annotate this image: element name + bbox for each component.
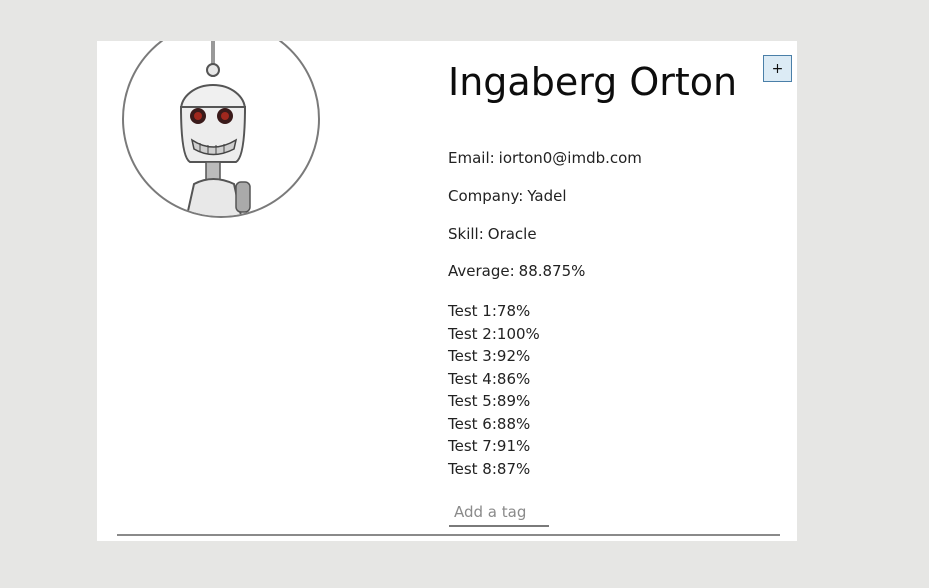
robot-avatar-icon [122, 41, 320, 218]
add-tag-input[interactable] [449, 499, 549, 527]
grade-row: Test 6:88% [448, 413, 540, 436]
student-card: + Ingaberg Orton Email: iorton0@imdb.com … [97, 41, 797, 541]
grade-label: Test 5: [448, 392, 497, 410]
email-value: iorton0@imdb.com [498, 149, 642, 167]
skill-label: Skill: [448, 225, 484, 243]
company-value: Yadel [527, 187, 567, 205]
grade-value: 100% [496, 324, 540, 343]
grade-label: Test 6: [448, 414, 497, 433]
grade-label: Test 2: [448, 324, 497, 343]
grade-row: Test 4:86% [448, 368, 540, 391]
grade-value: 88% [496, 414, 531, 433]
grade-row: Test 5:89% [448, 390, 540, 413]
avatar-image [179, 41, 251, 216]
grade-value: 87% [496, 459, 531, 478]
grade-label: Test 7: [448, 437, 497, 455]
company-label: Company: [448, 187, 524, 205]
expand-grades-button[interactable]: + [763, 55, 792, 82]
email-label: Email: [448, 149, 495, 167]
grade-value: 86% [496, 369, 531, 388]
grade-row: Test 7:91% [448, 435, 540, 458]
email-row: Email: iorton0@imdb.com [448, 149, 642, 167]
average-row: Average: 88.875% [448, 262, 585, 280]
student-name: Ingaberg Orton [448, 60, 738, 104]
grades-list: Test 1:78% Test 2:100% Test 3:92% Test 4… [448, 300, 540, 480]
skill-row: Skill: Oracle [448, 225, 537, 243]
grade-value: 78% [496, 302, 531, 320]
grade-row: Test 3:92% [448, 345, 540, 368]
grade-row: Test 8:87% [448, 458, 540, 481]
grade-label: Test 3: [448, 347, 497, 365]
skill-value: Oracle [487, 225, 537, 243]
grade-row: Test 2:100% [448, 323, 540, 346]
company-row: Company: Yadel [448, 187, 567, 205]
grade-value: 89% [496, 392, 531, 410]
grade-label: Test 4: [448, 369, 497, 388]
grade-value: 91% [496, 437, 531, 455]
average-value: 88.875% [518, 262, 586, 280]
grade-value: 92% [496, 347, 531, 365]
plus-icon: + [771, 60, 784, 77]
average-label: Average: [448, 262, 515, 280]
grade-label: Test 8: [448, 459, 497, 478]
grade-row: Test 1:78% [448, 300, 540, 323]
grade-label: Test 1: [448, 302, 497, 320]
card-divider [117, 534, 780, 536]
